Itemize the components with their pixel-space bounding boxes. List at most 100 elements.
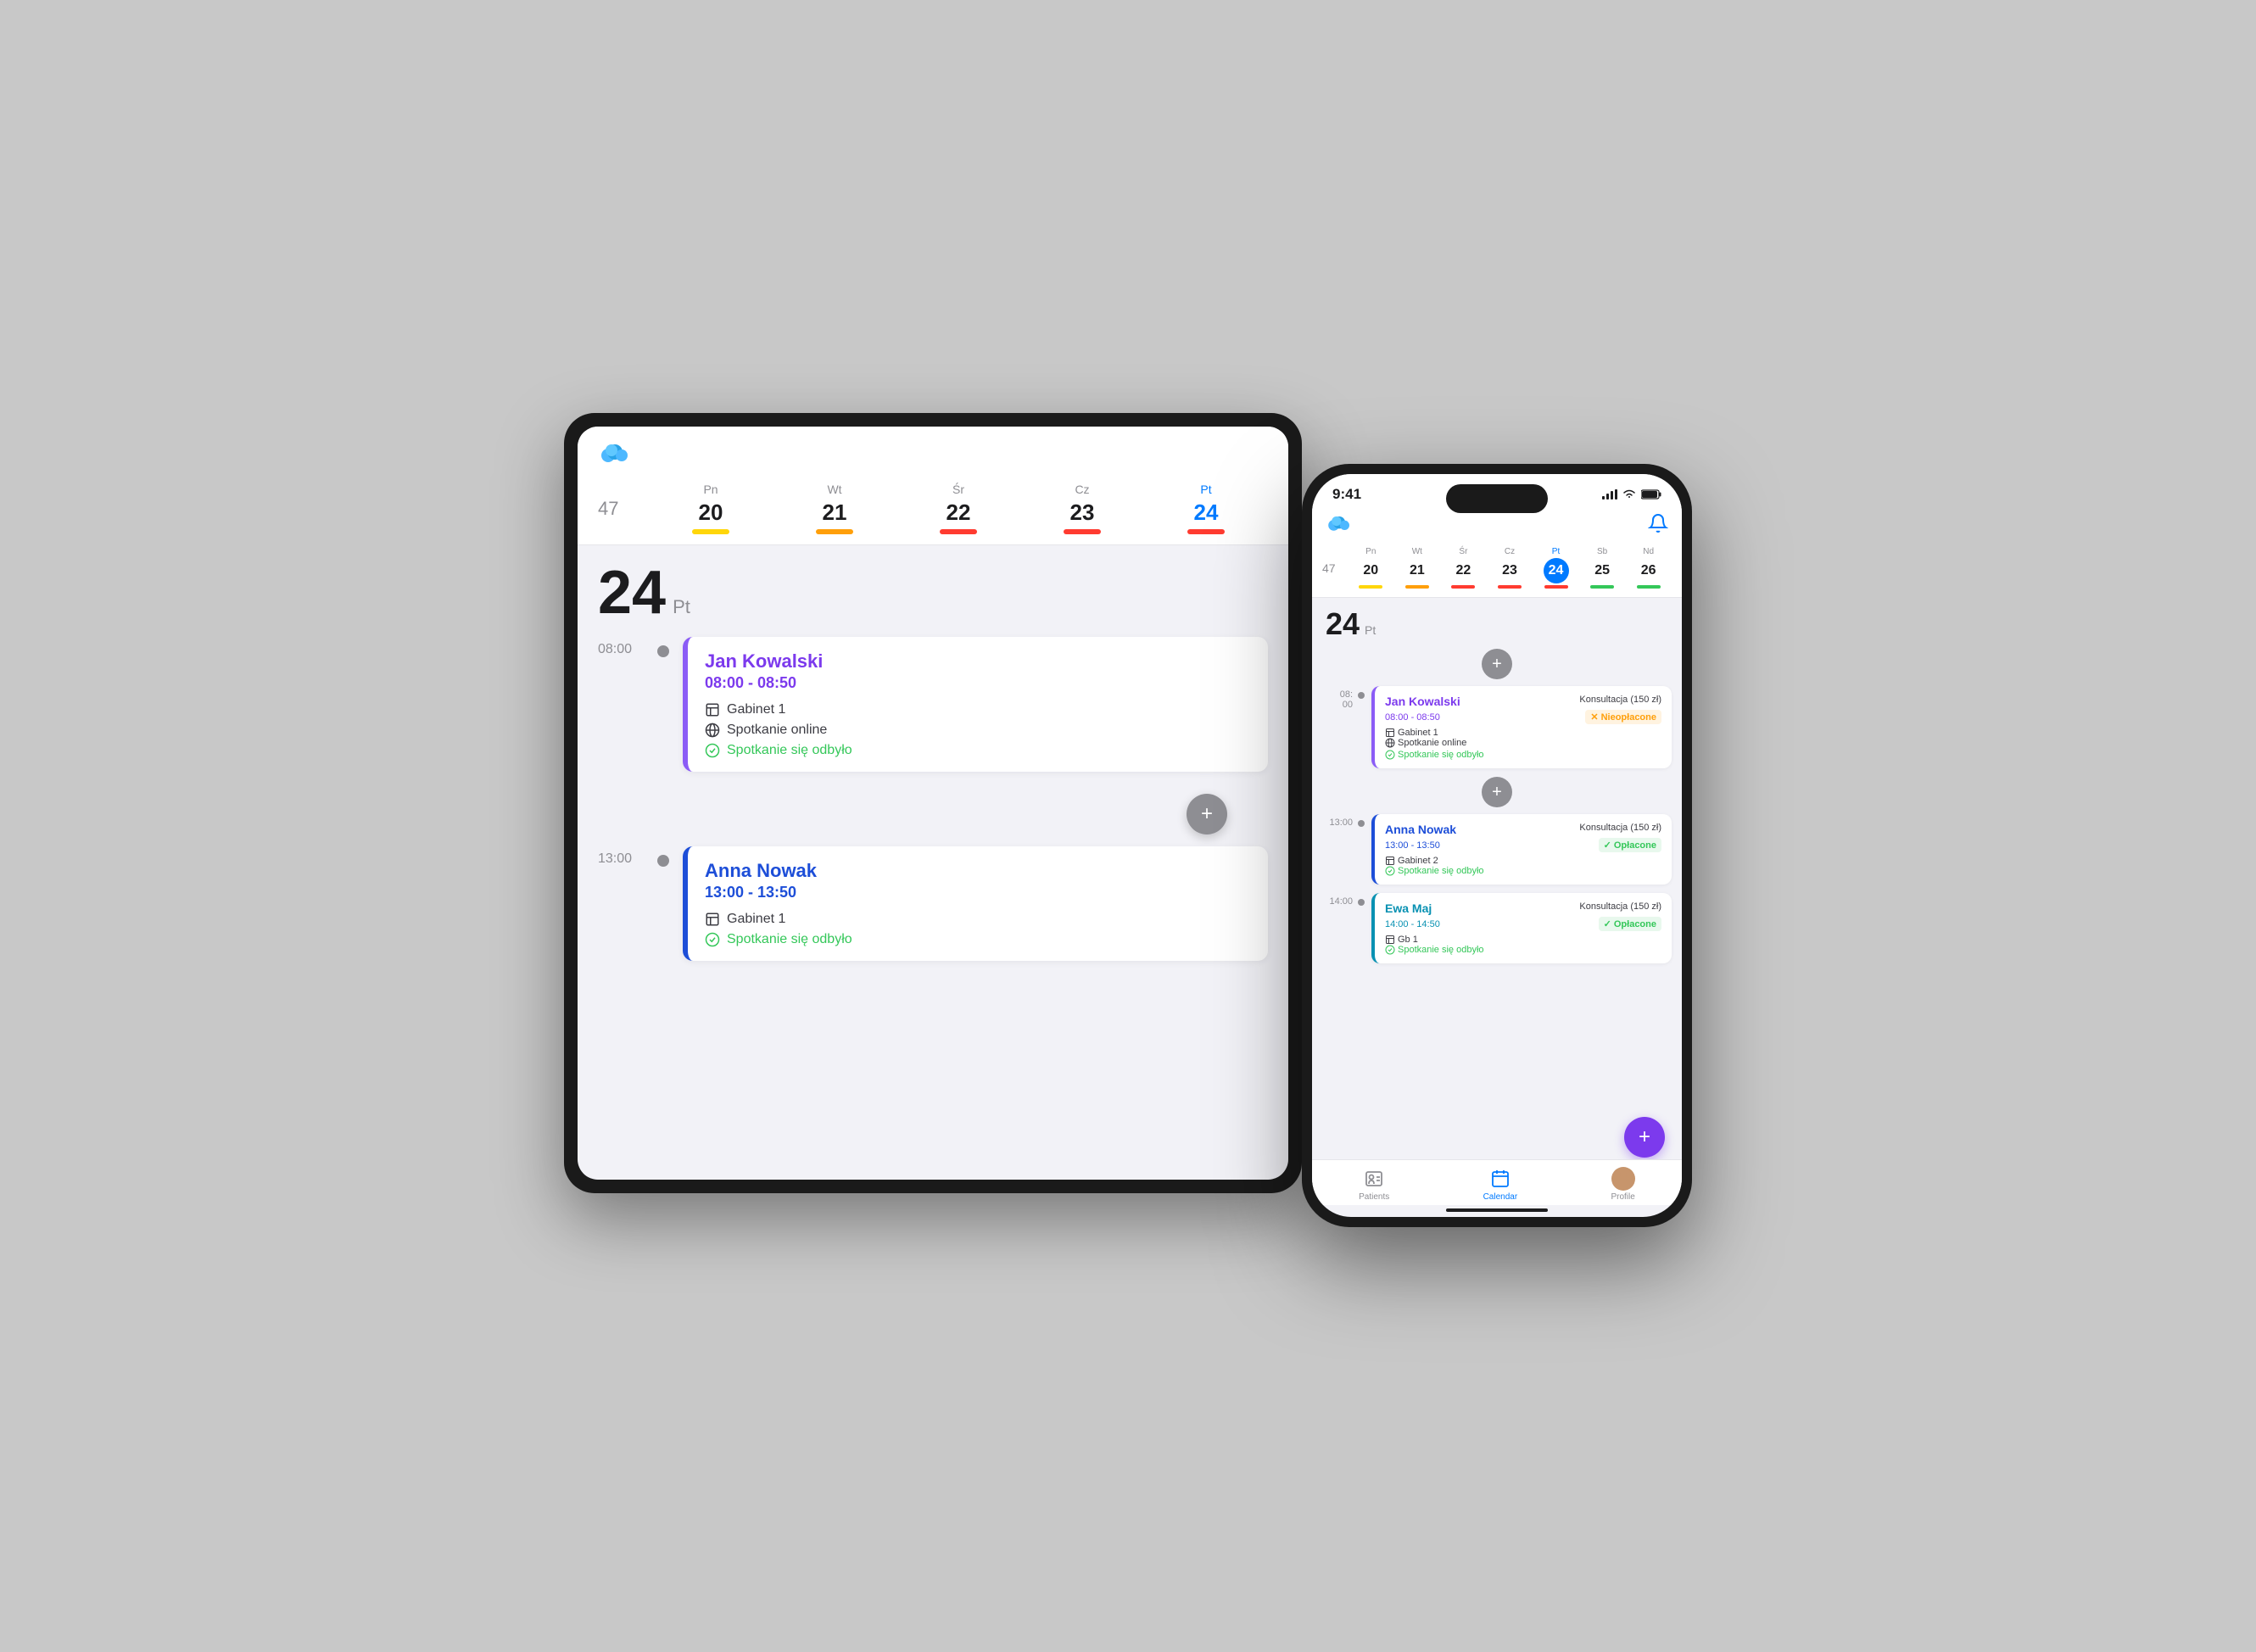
phone-day-bar-mon	[1359, 585, 1382, 589]
building-icon-phone-ewa	[1385, 935, 1395, 945]
phone-day-bar-fri	[1544, 585, 1568, 589]
tab-profile-icon-wrap	[1611, 1167, 1635, 1191]
phone-day-name-fri: Pt	[1552, 547, 1560, 556]
bell-icon[interactable]	[1648, 513, 1668, 533]
phone-time-range-anna: 13:00 - 13:50	[1385, 840, 1440, 851]
phone-gabinet-ewa: Gb 1	[1385, 935, 1661, 945]
phone-day-name-wed: Śr	[1459, 547, 1467, 556]
globe-icon	[705, 723, 720, 738]
phone-slot-1400: 14:00 Ewa Maj Konsultacja (150 zł) 14:00…	[1322, 893, 1672, 968]
battery-icon	[1641, 489, 1661, 500]
phone-screen: 9:41	[1312, 474, 1682, 1217]
phone-day-col-tue[interactable]: Wt 21	[1404, 547, 1430, 589]
phone-day-col-sat[interactable]: Sb 25	[1589, 547, 1615, 589]
phone-day-bar-wed	[1451, 585, 1475, 589]
time-slot-0800: 08:00 Jan Kowalski 08:00 - 08:50 Gabinet…	[598, 630, 1268, 789]
app-logo-phone	[1326, 513, 1353, 533]
add-between-1-2-button[interactable]: +	[1482, 777, 1512, 807]
check-circle-icon-2	[705, 932, 720, 947]
phone-card-anna-row1: Anna Nowak Konsultacja (150 zł)	[1385, 823, 1661, 836]
phone-day-col-thu[interactable]: Cz 23	[1497, 547, 1522, 589]
day-name-mon: Pn	[703, 483, 718, 496]
day-col-mon[interactable]: Pn 20	[692, 483, 729, 534]
tablet-current-day-label: Pt	[673, 596, 690, 618]
phone-day-bar-thu	[1498, 585, 1522, 589]
phone-card-ewa-row1: Ewa Maj Konsultacja (150 zł)	[1385, 901, 1661, 915]
tablet-timeline: 08:00 Jan Kowalski 08:00 - 08:50 Gabinet…	[578, 630, 1288, 1180]
appointment-card-anna[interactable]: Anna Nowak 13:00 - 13:50 Gabinet 1	[683, 846, 1268, 961]
phone-card-ewa-row2: 14:00 - 14:50 ✓ Opłacone	[1385, 917, 1661, 931]
phone-time-range-jan: 08:00 - 08:50	[1385, 712, 1440, 723]
phone-day-name-mon: Pn	[1365, 547, 1376, 556]
phone-card-ewa[interactable]: Ewa Maj Konsultacja (150 zł) 14:00 - 14:…	[1371, 893, 1672, 963]
phone-slot-0800: 08:00 Jan Kowalski Konsultacja (150 zł) …	[1322, 686, 1672, 773]
profile-avatar	[1611, 1167, 1635, 1191]
phone-card-anna[interactable]: Anna Nowak Konsultacja (150 zł) 13:00 - …	[1371, 814, 1672, 885]
payment-badge-anna: ✓ Opłacone	[1599, 838, 1661, 852]
phone-status-anna: Spotkanie się odbyło	[1385, 866, 1661, 876]
phone-card-jan-row1: Jan Kowalski Konsultacja (150 zł)	[1385, 695, 1661, 708]
globe-icon-phone	[1385, 738, 1395, 748]
phone-konsultacja-jan: Konsultacja (150 zł)	[1579, 695, 1661, 705]
building-icon-2	[705, 912, 720, 927]
phone-status-ewa: Spotkanie się odbyło	[1385, 945, 1661, 955]
building-icon-phone-anna	[1385, 856, 1395, 866]
app-logo-tablet	[598, 440, 632, 466]
wifi-icon	[1622, 489, 1636, 500]
day-bar-thu	[1064, 529, 1101, 534]
phone-card-anna-row2: 13:00 - 13:50 ✓ Opłacone	[1385, 838, 1661, 852]
phone-day-col-fri[interactable]: Pt 24	[1544, 547, 1569, 589]
day-num-mon: 20	[699, 500, 723, 526]
home-indicator	[1446, 1208, 1548, 1212]
phone-day-col-sun[interactable]: Nd 26	[1636, 547, 1661, 589]
tablet-screen: 47 Pn 20 Wt 21 Śr	[578, 427, 1288, 1180]
phone-day-name-sat: Sb	[1597, 547, 1607, 556]
add-before-first-button[interactable]: +	[1482, 649, 1512, 679]
day-col-tue[interactable]: Wt 21	[816, 483, 853, 534]
phone-day-num-wed: 22	[1450, 558, 1476, 583]
tab-profile[interactable]: Profile	[1611, 1167, 1634, 1202]
building-icon-phone-jan	[1385, 728, 1395, 738]
phone-timeline: 08:00 Jan Kowalski Konsultacja (150 zł) …	[1312, 686, 1682, 968]
status-time: 9:41	[1332, 486, 1361, 503]
phone-time-range-ewa: 14:00 - 14:50	[1385, 919, 1440, 929]
fab-add-appointment[interactable]: +	[1624, 1117, 1665, 1158]
phone-day-col-mon[interactable]: Pn 20	[1358, 547, 1383, 589]
signal-icon	[1602, 489, 1617, 500]
time-dot-1300	[657, 855, 669, 867]
appointment-card-jan[interactable]: Jan Kowalski 08:00 - 08:50 Gabinet 1	[683, 637, 1268, 772]
appointment-name-anna: Anna Nowak	[705, 860, 1251, 882]
phone-day-col-wed[interactable]: Śr 22	[1450, 547, 1476, 589]
phone-day-name-sun: Nd	[1643, 547, 1654, 556]
phone-date-label: 24 Pt	[1312, 598, 1682, 645]
tablet-date-header: 24 Pt	[578, 545, 1288, 630]
tab-calendar-icon-wrap	[1488, 1167, 1512, 1191]
day-col-fri[interactable]: Pt 24	[1187, 483, 1225, 534]
add-between-1-2: +	[1322, 777, 1672, 807]
appointment-time-jan: 08:00 - 08:50	[705, 674, 1251, 692]
day-bar-wed	[940, 529, 977, 534]
add-appointment-button[interactable]: +	[1187, 794, 1227, 834]
phone-gabinet-jan: Gabinet 1	[1385, 728, 1661, 738]
patients-icon	[1364, 1169, 1384, 1189]
day-col-thu[interactable]: Cz 23	[1064, 483, 1101, 534]
appointment-location-jan: Gabinet 1	[705, 702, 1251, 717]
phone-dot-0800	[1358, 692, 1365, 699]
building-icon	[705, 702, 720, 717]
tab-patients[interactable]: Patients	[1359, 1167, 1389, 1202]
tab-calendar[interactable]: Calendar	[1483, 1167, 1518, 1202]
phone-card-jan[interactable]: Jan Kowalski Konsultacja (150 zł) 08:00 …	[1371, 686, 1672, 768]
appointment-location-anna: Gabinet 1	[705, 912, 1251, 927]
phone-day-num-fri: 24	[1544, 558, 1569, 583]
phone-tab-bar: Patients Calendar	[1312, 1159, 1682, 1205]
calendar-icon	[1490, 1169, 1511, 1189]
day-num-wed: 22	[947, 500, 971, 526]
day-columns-tablet: Pn 20 Wt 21 Śr 22	[649, 483, 1268, 534]
day-col-wed[interactable]: Śr 22	[940, 483, 977, 534]
tab-calendar-label: Calendar	[1483, 1192, 1518, 1202]
tablet-week-nav: 47 Pn 20 Wt 21 Śr	[578, 476, 1288, 545]
phone-gabinet-anna: Gabinet 2	[1385, 856, 1661, 866]
day-bar-fri	[1187, 529, 1225, 534]
day-bar-tue	[816, 529, 853, 534]
payment-badge-ewa: ✓ Opłacone	[1599, 917, 1661, 931]
